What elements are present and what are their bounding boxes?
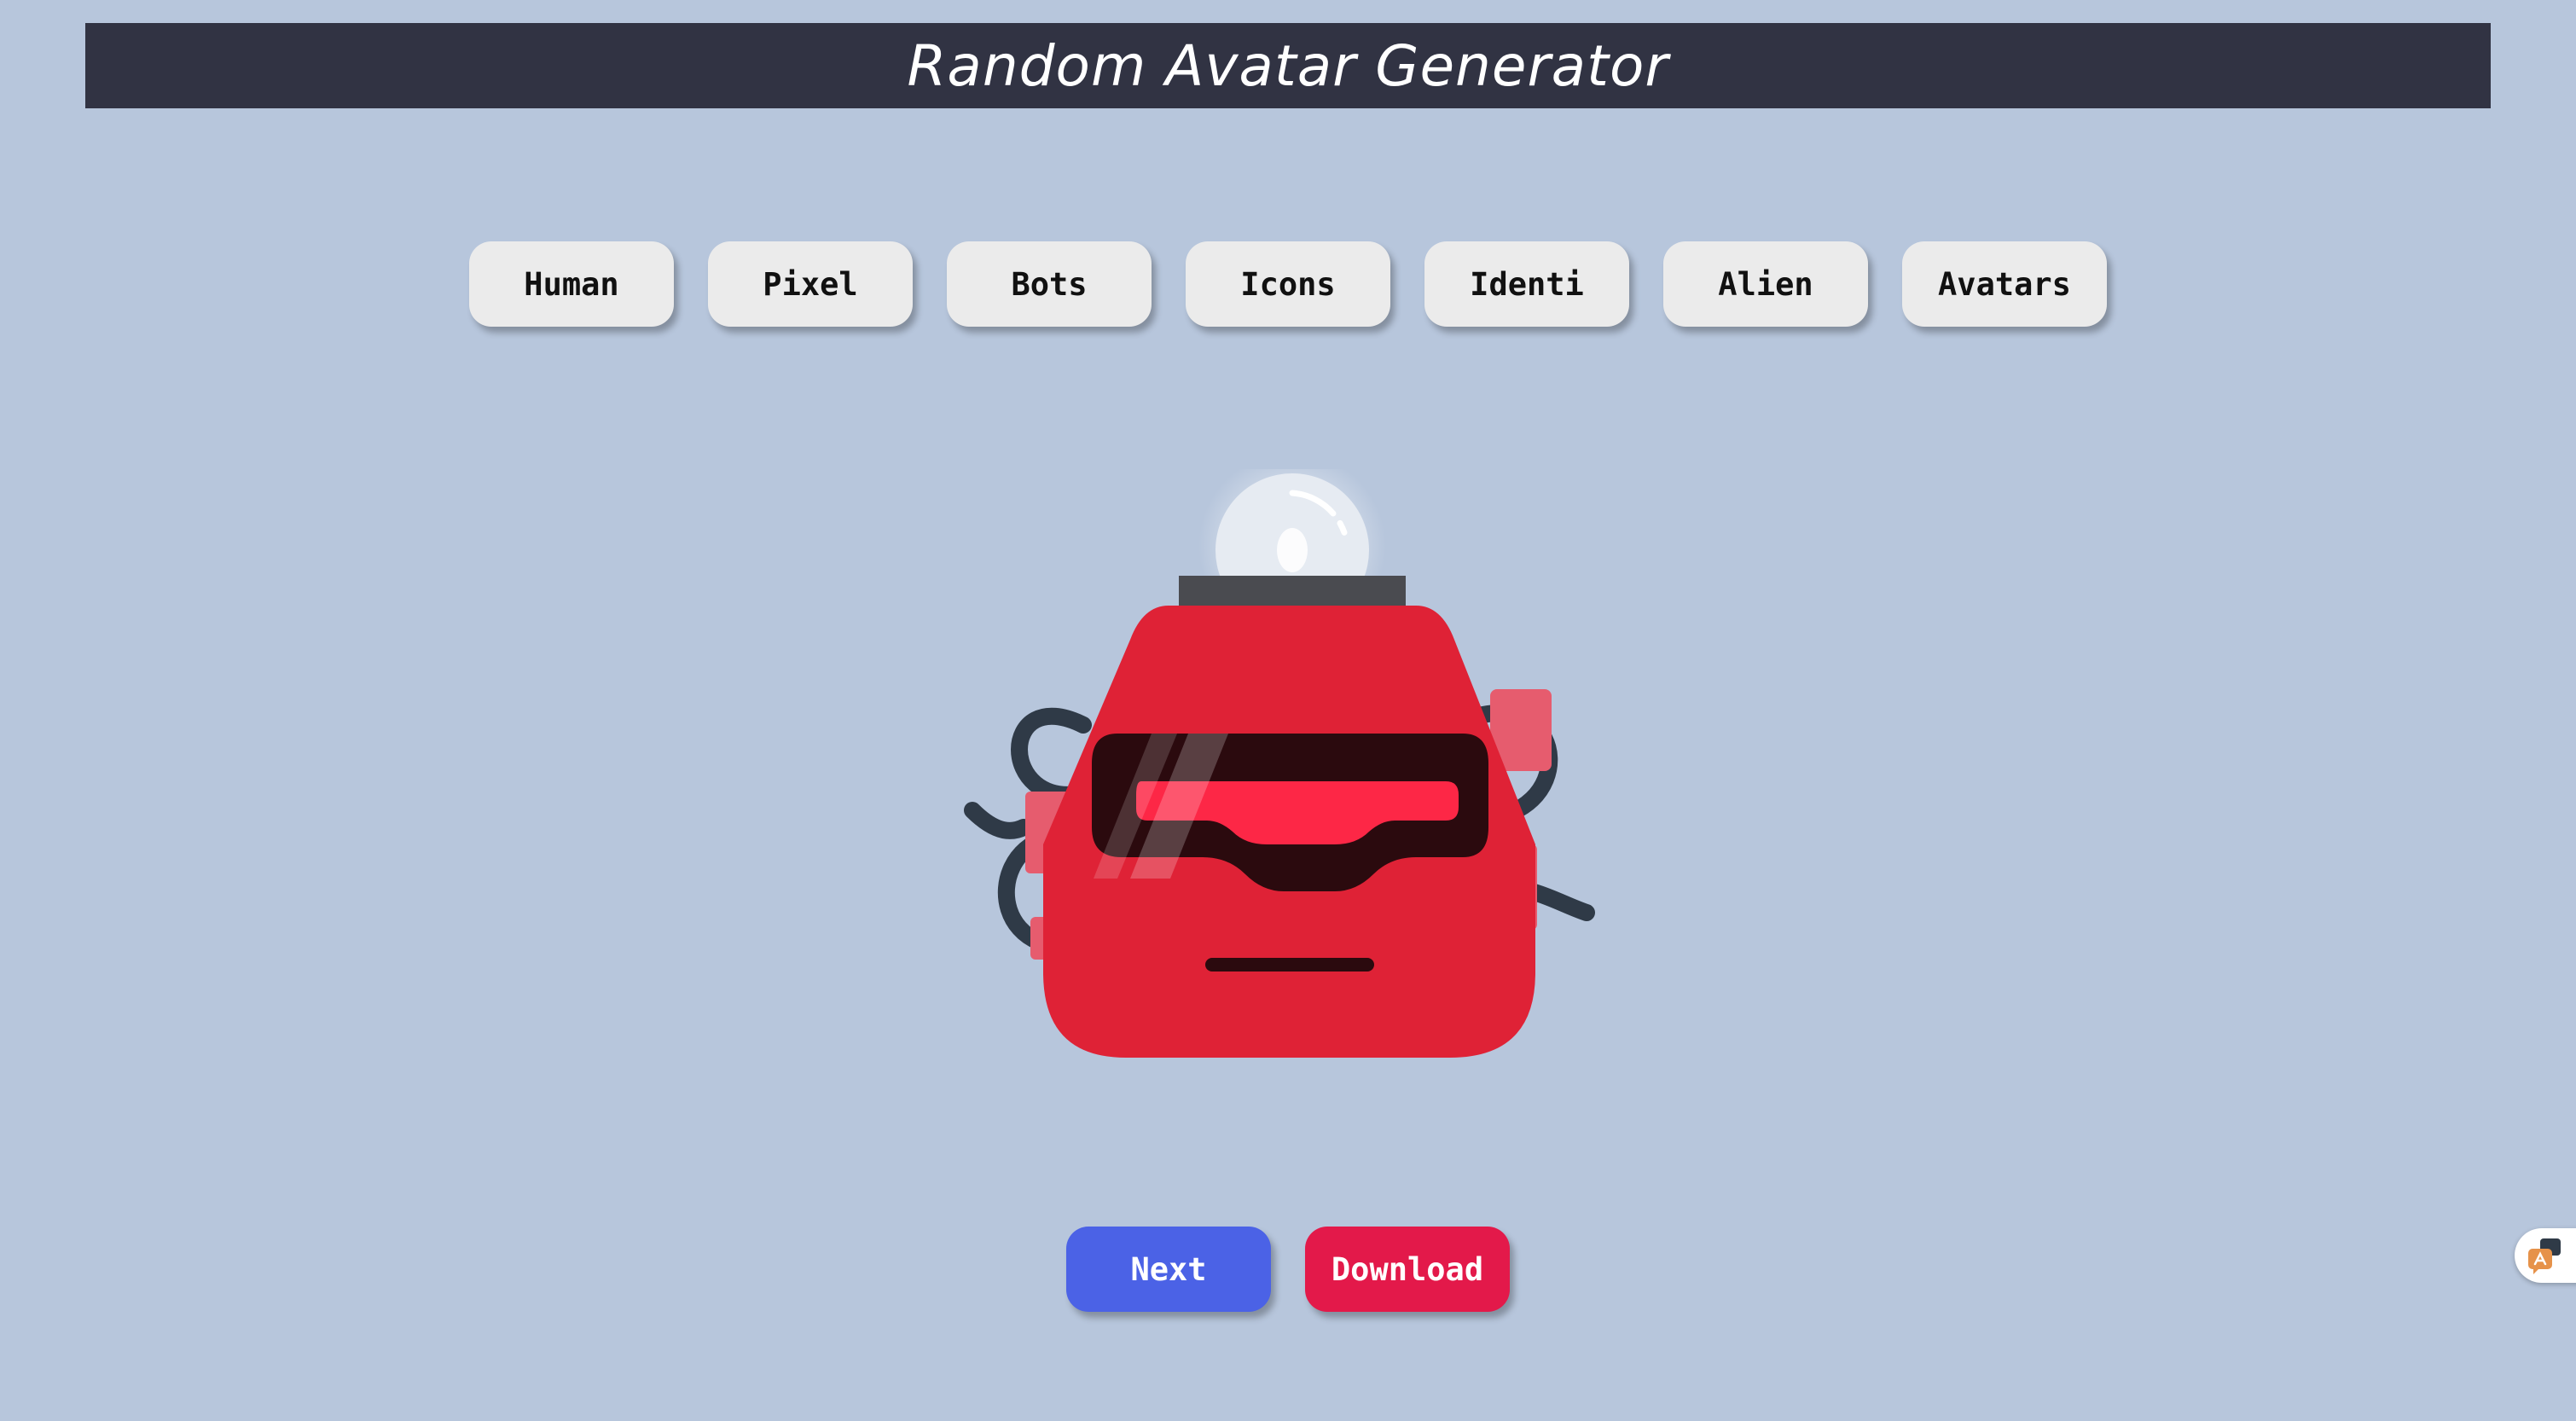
download-button[interactable]: Download (1305, 1227, 1510, 1312)
action-bar: Next Download (1066, 1227, 1510, 1312)
next-button[interactable]: Next (1066, 1227, 1271, 1312)
category-button-identi[interactable]: Identi (1424, 241, 1629, 327)
page-title: Random Avatar Generator (907, 32, 1669, 99)
category-button-icons[interactable]: Icons (1186, 241, 1390, 327)
robot-avatar-image (964, 469, 1595, 1058)
category-button-bots[interactable]: Bots (947, 241, 1152, 327)
category-button-human[interactable]: Human (469, 241, 674, 327)
robot-mouth (1205, 958, 1374, 972)
category-button-avatars[interactable]: Avatars (1902, 241, 2107, 327)
category-selector: Human Pixel Bots Icons Identi Alien Avat… (469, 241, 2107, 327)
translate-chat-icon (2528, 1238, 2561, 1274)
bulb-reflection (1277, 528, 1308, 572)
category-button-pixel[interactable]: Pixel (708, 241, 913, 327)
category-button-alien[interactable]: Alien (1663, 241, 1868, 327)
avatar-preview (947, 469, 1612, 1066)
floating-translate-widget[interactable] (2515, 1228, 2576, 1283)
header-bar: Random Avatar Generator (85, 23, 2491, 108)
head-cap (1179, 576, 1406, 610)
